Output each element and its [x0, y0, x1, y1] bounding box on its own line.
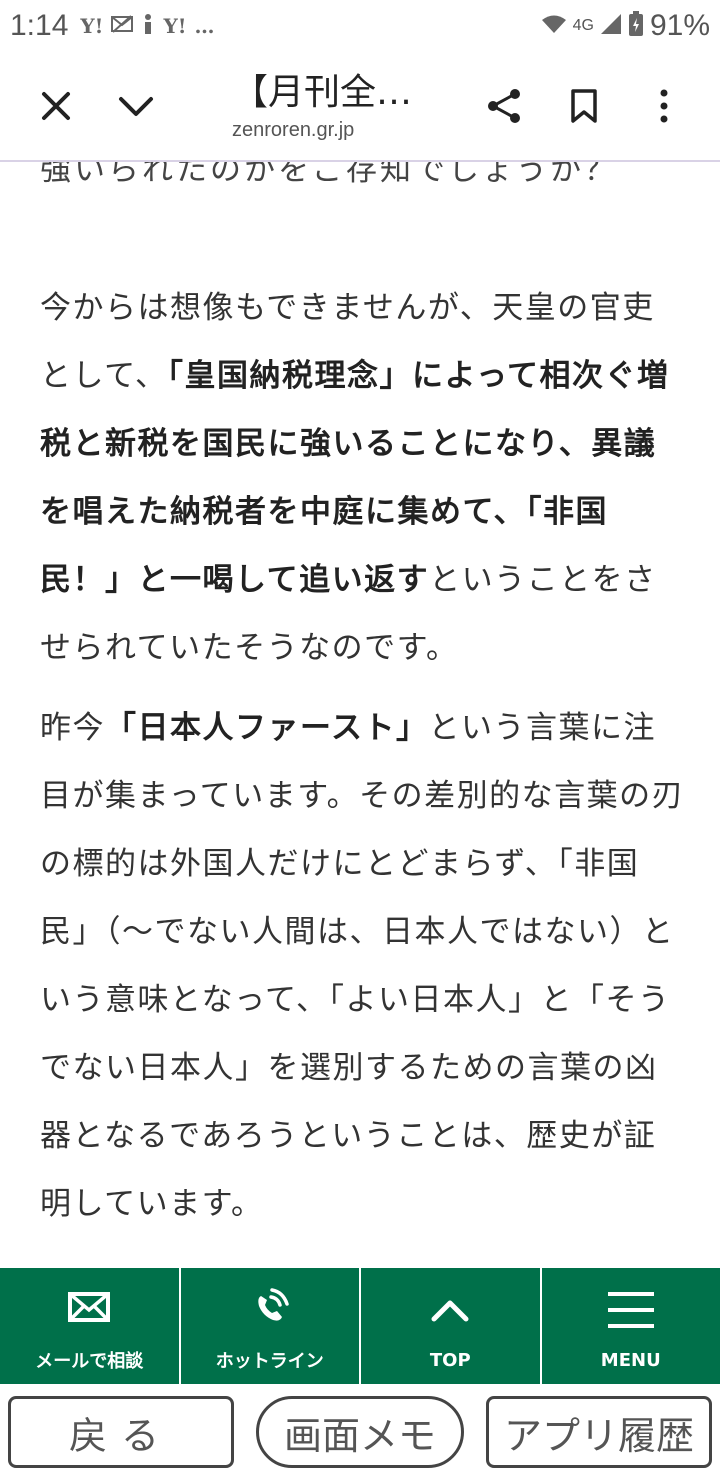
- status-right: 4G 91%: [541, 9, 710, 43]
- nav-menu[interactable]: MENU: [542, 1268, 720, 1384]
- paragraph-2-text-a: 昨今: [40, 710, 105, 746]
- phone-icon: [258, 1288, 289, 1321]
- network-type: 4G: [572, 17, 594, 34]
- hamburger-menu-icon: [607, 1291, 654, 1328]
- close-icon: [42, 92, 70, 120]
- nav-mail-consult[interactable]: メールで相談: [0, 1268, 181, 1384]
- mail-icon: [68, 1292, 111, 1322]
- more-vert-icon: [660, 89, 668, 123]
- notification-icons: Y! Y! …: [80, 13, 215, 40]
- app-history-button[interactable]: アプリ履歴: [486, 1396, 712, 1468]
- nav-top-label: TOP: [429, 1349, 471, 1371]
- cut-off-text-line: 強いられたのかをご存知でしょうか？: [40, 162, 618, 188]
- nav-mail-label: メールで相談: [35, 1351, 144, 1372]
- signal-icon: [600, 13, 622, 39]
- share-icon: [488, 89, 520, 123]
- system-bar: 戻る 画面メモ アプリ履歴: [0, 1384, 720, 1480]
- close-button[interactable]: [16, 66, 96, 146]
- chevron-up-icon: [431, 1300, 469, 1321]
- nav-hotline-label: ホットライン: [215, 1351, 324, 1372]
- battery-percent: 91%: [649, 9, 710, 42]
- nav-hotline[interactable]: ホットライン: [181, 1268, 361, 1384]
- browser-header: 【月刊全… zenroren.gr.jp: [0, 52, 720, 160]
- yahoo-icon: Y!: [80, 14, 104, 38]
- nav-top[interactable]: TOP: [361, 1268, 542, 1384]
- screen-memo-button[interactable]: 画面メモ: [256, 1396, 464, 1468]
- bookmark-button[interactable]: [544, 66, 624, 146]
- more-options-button[interactable]: [624, 66, 704, 146]
- article-body: 強いられたのかをご存知でしょうか？ 今からは想像もできませんが、天皇の官吏として…: [0, 162, 720, 1268]
- paragraph-2-text-b: という言葉に注目が集まっています。その差別的な言葉の刃の標的は外国人だけにとどま…: [40, 710, 685, 1222]
- page-title: 【月刊全…: [232, 71, 413, 113]
- minimize-button[interactable]: [96, 66, 176, 146]
- info-icon: [141, 13, 155, 40]
- nav-menu-label: MENU: [600, 1349, 661, 1371]
- paragraph-2: 昨今「日本人ファースト」という言葉に注目が集まっています。その差別的な言葉の刃の…: [40, 694, 685, 1238]
- page-title-area: 【月刊全… zenroren.gr.jp: [176, 71, 464, 142]
- paragraph-2-bold: 「日本人ファースト」: [105, 710, 429, 746]
- status-bar: 1:14 Y! Y! … 4G 91%: [0, 0, 720, 52]
- status-time: 1:14: [10, 9, 69, 42]
- mail-off-icon: [111, 14, 134, 38]
- more-notifications-icon: …: [194, 14, 215, 38]
- yahoo-icon: Y!: [163, 14, 187, 38]
- bookmark-icon: [571, 89, 597, 123]
- chevron-down-icon: [119, 97, 153, 116]
- battery-icon: [628, 11, 644, 41]
- paragraph-1: 今からは想像もできませんが、天皇の官吏として、「皇国納税理念」によって相次ぐ増税…: [40, 274, 685, 682]
- back-button[interactable]: 戻る: [8, 1396, 234, 1468]
- page-url: zenroren.gr.jp: [232, 118, 355, 141]
- bottom-nav: メールで相談 ホットライン TOP MENU: [0, 1268, 720, 1384]
- share-button[interactable]: [464, 66, 544, 146]
- wifi-icon: [541, 14, 567, 38]
